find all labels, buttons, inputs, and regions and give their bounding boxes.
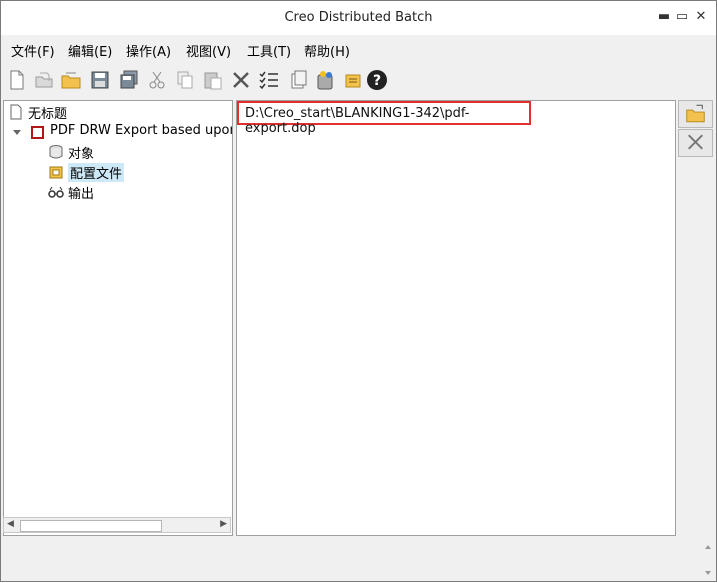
- side-buttons: [678, 100, 714, 160]
- document-icon: [8, 104, 24, 120]
- scroll-left-icon[interactable]: ◀: [7, 519, 14, 529]
- open-folder-icon[interactable]: [60, 69, 82, 91]
- tree-config-files-label: 配置文件: [68, 163, 125, 182]
- app-window: Creo Distributed Batch ▬ ▭ ✕ 文件(F) 编辑(E)…: [0, 0, 717, 582]
- menu-help[interactable]: 帮助(H): [304, 41, 350, 60]
- minimize-button[interactable]: ▬: [657, 9, 671, 25]
- tree-task-label: PDF DRW Export based upon e: [50, 123, 233, 138]
- remove-icon: [688, 134, 703, 150]
- new-file-icon[interactable]: [6, 69, 28, 91]
- menu-bar: 文件(F) 编辑(E) 操作(A) 视图(V) 工具(T) 帮助(H): [1, 39, 716, 61]
- run-icon[interactable]: [314, 69, 336, 91]
- copy-icon[interactable]: [174, 69, 196, 91]
- config-file-path-item[interactable]: D:\Creo_start\BLANKING1-342\pdf-export.d…: [237, 101, 531, 136]
- open-file-icon[interactable]: [33, 69, 55, 91]
- title-bar: Creo Distributed Batch ▬ ▭ ✕: [1, 1, 716, 35]
- tree-output-label: 输出: [68, 187, 95, 202]
- maximize-button[interactable]: ▭: [675, 9, 689, 25]
- scroll-thumb[interactable]: [20, 520, 162, 532]
- open-folder-icon: [686, 104, 705, 123]
- config-file-path-text: D:\Creo_start\BLANKING1-342\pdf-export.d…: [245, 106, 470, 136]
- tree-pane: 无标题 PDF DRW Export based upon e 对象 配置文件: [3, 100, 233, 536]
- checklist-icon[interactable]: [258, 69, 280, 91]
- task-icon: [30, 124, 46, 140]
- status-bar: [1, 541, 716, 581]
- menu-view[interactable]: 视图(V): [186, 41, 231, 60]
- menu-tools[interactable]: 工具(T): [247, 41, 291, 60]
- tree-objects-label: 对象: [68, 147, 95, 162]
- delete-icon[interactable]: [230, 69, 252, 91]
- clipboard-icon[interactable]: [287, 69, 309, 91]
- help-icon[interactable]: ?: [366, 69, 388, 91]
- cut-icon[interactable]: [146, 69, 168, 91]
- config-file-icon: [48, 164, 64, 180]
- toolbar: ?: [1, 65, 716, 95]
- objects-icon: [48, 144, 64, 160]
- glasses-icon: [48, 184, 64, 200]
- menu-actions[interactable]: 操作(A): [126, 41, 171, 60]
- menu-edit[interactable]: 编辑(E): [68, 41, 112, 60]
- tree-root-label: 无标题: [28, 107, 68, 122]
- config-files-pane: D:\Creo_start\BLANKING1-342\pdf-export.d…: [236, 100, 676, 536]
- svg-text:?: ?: [373, 73, 381, 89]
- remove-config-button[interactable]: [678, 129, 713, 157]
- scroll-right-icon[interactable]: ▶: [220, 519, 227, 529]
- expand-arrow-icon[interactable]: [12, 124, 22, 140]
- window-title: Creo Distributed Batch: [284, 10, 433, 25]
- close-button[interactable]: ✕: [694, 9, 708, 25]
- paste-icon[interactable]: [202, 69, 224, 91]
- settings-icon[interactable]: [342, 69, 364, 91]
- save-all-icon[interactable]: [118, 69, 140, 91]
- menu-file[interactable]: 文件(F): [11, 41, 55, 60]
- tree-horizontal-scrollbar[interactable]: ◀ ▶: [3, 517, 231, 533]
- status-scroll[interactable]: [702, 541, 714, 579]
- add-config-button[interactable]: [678, 100, 713, 128]
- save-icon[interactable]: [89, 69, 111, 91]
